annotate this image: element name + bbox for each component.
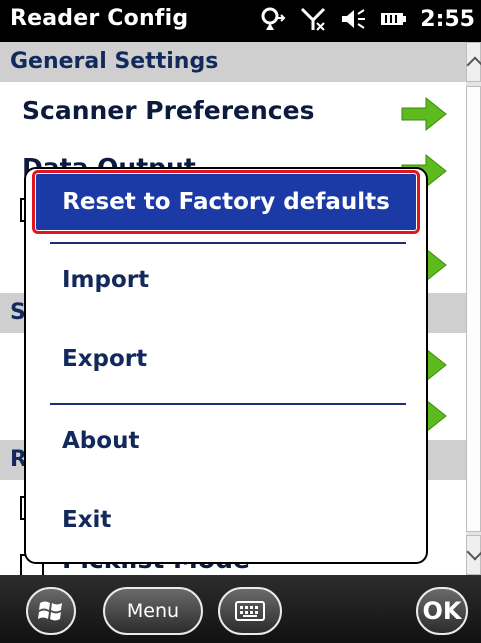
battery-icon	[381, 13, 407, 25]
speaker-icon	[342, 9, 366, 29]
scroll-thumb[interactable]	[466, 86, 481, 532]
keyboard-button[interactable]	[218, 587, 282, 635]
menu-divider	[50, 242, 406, 244]
section-header-general: General Settings	[0, 42, 466, 82]
menu-divider	[50, 403, 406, 405]
scrollbar[interactable]	[466, 42, 481, 575]
start-button[interactable]	[26, 587, 76, 635]
no-signal-icon	[301, 7, 326, 31]
menu-item-import[interactable]: Import	[62, 267, 149, 293]
chevron-up-icon	[466, 56, 481, 74]
menu-item-exit[interactable]: Exit	[62, 507, 111, 533]
scroll-down-button[interactable]	[466, 535, 481, 575]
status-icons: 2:55	[260, 6, 475, 32]
sync-icon	[261, 7, 286, 30]
windows-logo-icon	[38, 601, 62, 621]
arrow-right-icon	[401, 96, 447, 132]
menu-item-about[interactable]: About	[62, 428, 139, 454]
app-title: Reader Config	[10, 6, 189, 31]
clock: 2:55	[420, 6, 475, 32]
menu-button[interactable]: Menu	[103, 587, 203, 635]
ok-button[interactable]: OK	[416, 587, 468, 635]
status-bar: Reader Config 2:55	[0, 0, 481, 42]
list-item-scanner-preferences[interactable]: Scanner Preferences	[0, 82, 466, 146]
menu-item-export[interactable]: Export	[62, 346, 147, 372]
menu-item-reset-factory-defaults[interactable]: Reset to Factory defaults	[32, 170, 420, 234]
keyboard-icon	[235, 601, 265, 621]
chevron-down-icon	[466, 543, 481, 561]
bottom-bar: Menu OK	[0, 575, 481, 643]
scanner-preferences-label: Scanner Preferences	[22, 96, 315, 125]
context-menu: Reset to Factory defaults Import Export …	[24, 167, 428, 564]
scroll-up-button[interactable]	[466, 42, 481, 82]
